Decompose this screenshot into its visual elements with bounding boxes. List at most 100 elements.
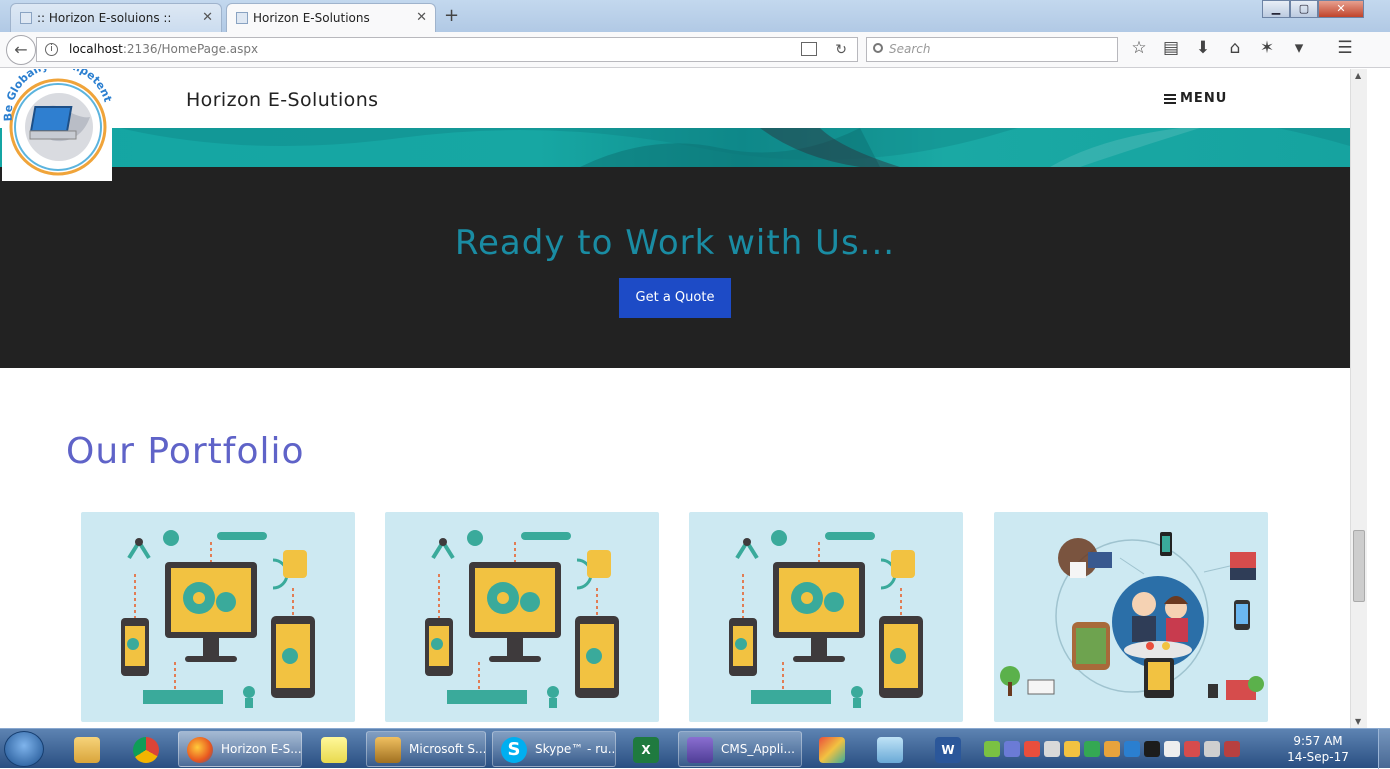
visual-studio-icon <box>687 737 713 763</box>
power-icon[interactable] <box>1204 741 1220 757</box>
system-clock[interactable]: 9:57 AM 14-Sep-17 <box>1282 733 1354 765</box>
menu-button[interactable]: MENU <box>1164 91 1227 106</box>
close-tab-icon[interactable]: ✕ <box>416 10 427 25</box>
skype-icon: S <box>501 737 527 763</box>
download-icon[interactable]: ⬇ <box>1192 38 1214 58</box>
taskbar-item-notepad[interactable] <box>864 731 916 767</box>
tray-app-icon[interactable] <box>1004 741 1020 757</box>
notes-icon <box>321 737 347 763</box>
tray-app-icon[interactable] <box>1144 741 1160 757</box>
taskbar-item-chrome[interactable] <box>120 731 172 767</box>
clock-date: 14-Sep-17 <box>1287 750 1349 764</box>
folder-icon <box>74 737 100 763</box>
reload-icon[interactable]: ↻ <box>835 39 847 62</box>
notepad-icon <box>877 737 903 763</box>
tray-app-icon[interactable] <box>1064 741 1080 757</box>
portfolio-title: Our Portfolio <box>66 431 305 472</box>
close-window-icon[interactable]: ✕ <box>1318 0 1364 18</box>
search-input[interactable]: Search <box>866 37 1118 62</box>
word-icon: W <box>935 737 961 763</box>
menu-label: MENU <box>1180 91 1228 106</box>
search-icon <box>873 43 883 53</box>
portfolio-card[interactable] <box>689 512 963 722</box>
action-center-icon[interactable] <box>1184 741 1200 757</box>
scroll-down-arrow-icon[interactable]: ▼ <box>1355 717 1361 726</box>
tray-app-icon[interactable] <box>1104 741 1120 757</box>
tab-inactive[interactable]: :: Horizon E-soluions :: ✕ <box>10 3 222 32</box>
info-icon[interactable]: i <box>45 43 58 56</box>
chevron-down-icon[interactable]: ▾ <box>1288 38 1310 58</box>
bookmark-star-icon[interactable]: ☆ <box>1128 38 1150 58</box>
new-tab-icon[interactable]: + <box>444 5 459 26</box>
bluetooth-icon[interactable] <box>1124 741 1140 757</box>
tab-title: Horizon E-Solutions <box>253 11 370 25</box>
tool-icon <box>819 737 845 763</box>
network-icon[interactable] <box>1164 741 1180 757</box>
scroll-thumb[interactable] <box>1353 530 1365 602</box>
maximize-icon[interactable]: ▢ <box>1290 0 1318 18</box>
windows-taskbar: Horizon E-S... Microsoft S... S Skype™ -… <box>0 728 1390 769</box>
minimize-icon[interactable]: ▁ <box>1262 0 1290 18</box>
reader-view-icon[interactable] <box>801 42 817 56</box>
url-bar[interactable]: i localhost:2136/HomePage.aspx ↻ <box>36 37 858 62</box>
portfolio-card[interactable] <box>81 512 355 722</box>
taskbar-item-label: CMS_Appli... <box>721 742 795 756</box>
page-viewport: Horizon E-Solutions MENU Be Globally Com… <box>0 69 1350 728</box>
back-arrow-icon[interactable]: ← <box>6 35 36 65</box>
url-path: :2136/HomePage.aspx <box>122 42 259 56</box>
sql-server-icon <box>375 737 401 763</box>
tray-app-icon[interactable] <box>984 741 1000 757</box>
site-brand[interactable]: Horizon E-Solutions <box>186 89 378 111</box>
site-header: Horizon E-Solutions MENU <box>0 69 1350 128</box>
chrome-icon <box>133 737 159 763</box>
taskbar-item-excel[interactable]: X <box>620 731 672 767</box>
web-development-illustration <box>121 530 315 708</box>
page-favicon-icon <box>236 12 248 24</box>
tab-bar: :: Horizon E-soluions :: ✕ Horizon E-Sol… <box>0 0 1390 32</box>
tray-app-icon[interactable] <box>1044 741 1060 757</box>
taskbar-item-visual-studio[interactable]: CMS_Appli... <box>678 731 802 767</box>
hamburger-menu-icon <box>1164 93 1176 104</box>
toolbar-icons: ☆ ▤ ⬇ ⌂ ✶ ▾ ☰ <box>1128 38 1356 58</box>
clock-time: 9:57 AM <box>1293 734 1343 748</box>
taskbar-item-skype[interactable]: S Skype™ - ru... <box>492 731 616 767</box>
taskbar-item-tool[interactable] <box>806 731 858 767</box>
portfolio-card[interactable] <box>994 512 1268 722</box>
tab-active[interactable]: Horizon E-Solutions ✕ <box>226 3 436 32</box>
system-tray <box>980 729 1280 769</box>
search-placeholder: Search <box>889 42 931 56</box>
taskbar-item-label: Skype™ - ru... <box>535 742 616 756</box>
taskbar-item-label: Microsoft S... <box>409 742 486 756</box>
drive-icon[interactable] <box>1084 741 1100 757</box>
page-favicon-icon <box>20 12 32 24</box>
window-controls: ▁ ▢ ✕ <box>1262 0 1364 18</box>
hamburger-menu-icon[interactable]: ☰ <box>1334 38 1356 58</box>
cta-section: Ready to Work with Us... Get a Quote <box>0 167 1350 368</box>
taskbar-item-word[interactable]: W <box>922 731 974 767</box>
taskbar-item-notes[interactable] <box>308 731 360 767</box>
excel-icon: X <box>633 737 659 763</box>
web-development-illustration <box>425 530 619 708</box>
taskbar-item-sql-server[interactable]: Microsoft S... <box>366 731 486 767</box>
scroll-up-arrow-icon[interactable]: ▲ <box>1355 71 1361 80</box>
close-tab-icon[interactable]: ✕ <box>202 10 213 25</box>
site-logo[interactable]: Be Globally Competent <box>1 69 114 181</box>
portfolio-card[interactable] <box>385 512 659 722</box>
library-icon[interactable]: ▤ <box>1160 38 1182 58</box>
tab-title: :: Horizon E-soluions :: <box>37 11 172 25</box>
taskbar-item-firefox[interactable]: Horizon E-S... <box>178 731 302 767</box>
taskbar-item-explorer[interactable] <box>62 731 112 767</box>
start-button[interactable] <box>4 731 44 767</box>
url-host: localhost <box>69 42 123 56</box>
home-icon[interactable]: ⌂ <box>1224 38 1246 58</box>
show-desktop-button[interactable] <box>1378 729 1390 769</box>
tray-app-icon[interactable] <box>1024 741 1040 757</box>
taskbar-item-label: Horizon E-S... <box>221 742 302 756</box>
volume-muted-icon[interactable] <box>1224 741 1240 757</box>
cta-title: Ready to Work with Us... <box>454 223 896 263</box>
page-scrollbar[interactable]: ▲ ▼ <box>1350 69 1367 728</box>
restaurant-pos-illustration <box>1000 532 1264 700</box>
get-quote-button[interactable]: Get a Quote <box>619 278 731 318</box>
extension-icon[interactable]: ✶ <box>1256 38 1278 58</box>
web-development-illustration <box>729 530 923 708</box>
